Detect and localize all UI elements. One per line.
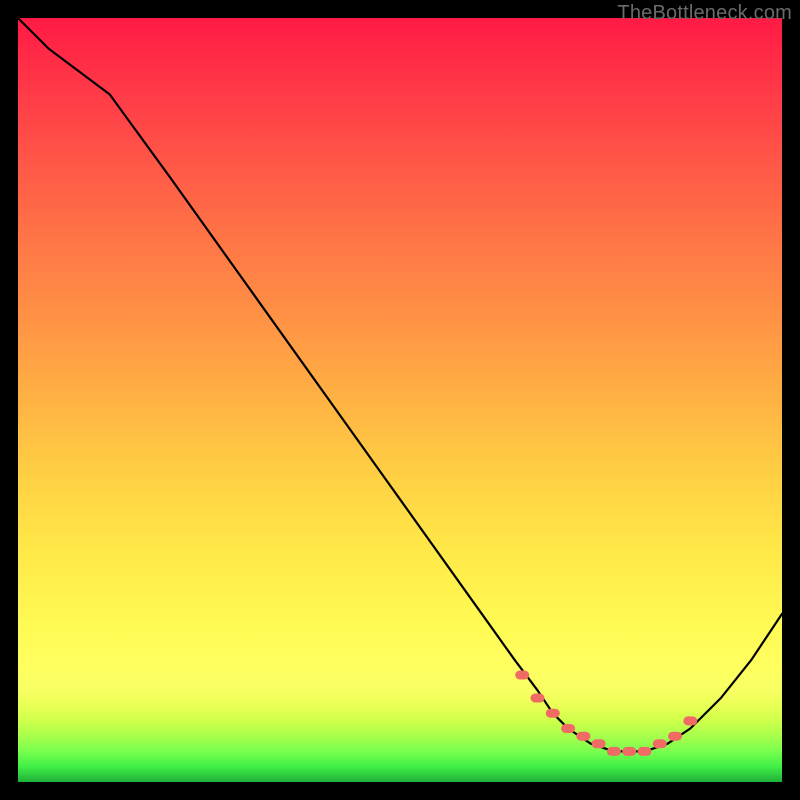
marker-dot (653, 739, 667, 748)
watermark-text: TheBottleneck.com (617, 2, 792, 25)
marker-dot (576, 732, 590, 741)
marker-dot (592, 739, 606, 748)
marker-dot (531, 694, 545, 703)
marker-dot (638, 747, 652, 756)
marker-dot (515, 671, 529, 680)
marker-dot (561, 724, 575, 733)
marker-dot (622, 747, 636, 756)
marker-dot (668, 732, 682, 741)
chart-container: TheBottleneck.com (0, 0, 800, 800)
marker-dot (607, 747, 621, 756)
marker-dot (683, 716, 697, 725)
line-series (18, 18, 782, 751)
marker-dot (546, 709, 560, 718)
chart-svg (18, 18, 782, 782)
plot-area (18, 18, 782, 782)
bottleneck-curve (18, 18, 782, 751)
